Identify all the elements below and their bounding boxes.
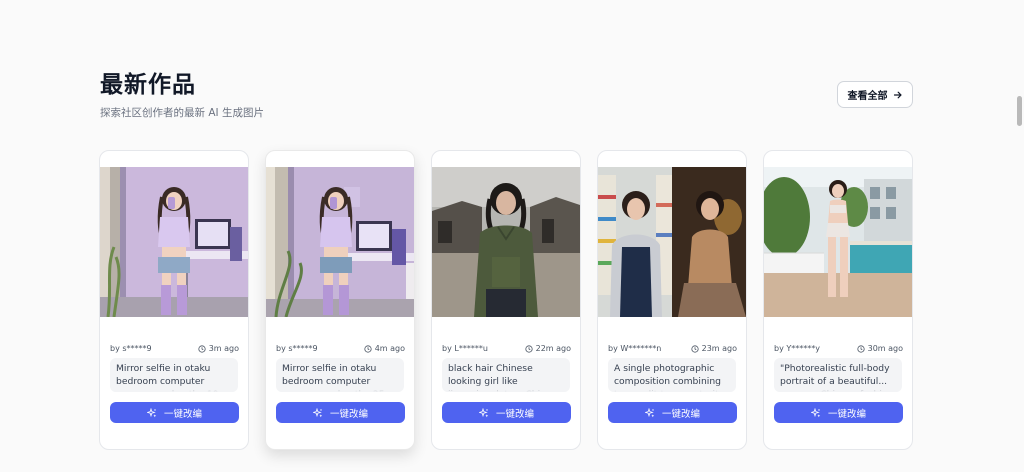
remix-button-label: 一键改编 xyxy=(495,408,534,420)
clock-icon xyxy=(525,344,533,353)
prompt-fade xyxy=(442,384,570,392)
prompt-fade xyxy=(608,384,736,392)
timestamp: 22m ago xyxy=(525,343,571,354)
author-name: by s*****9 xyxy=(276,344,318,353)
view-all-button[interactable]: 查看全部 xyxy=(837,81,913,108)
remix-button[interactable]: 一键改编 xyxy=(276,402,405,423)
artwork-thumbnail[interactable] xyxy=(432,167,580,317)
artwork-thumbnail[interactable] xyxy=(598,167,746,317)
artwork-image xyxy=(100,167,248,317)
time-label: 30m ago xyxy=(867,344,903,353)
artwork-thumbnail[interactable] xyxy=(764,167,912,317)
section-title: 最新作品 xyxy=(100,72,196,98)
card-meta: by W*******n 23m ago xyxy=(608,343,737,354)
section-header: 最新作品 探索社区创作者的最新 AI 生成图片 xyxy=(100,72,264,120)
sparkle-icon xyxy=(312,407,323,417)
artwork-image xyxy=(598,167,746,317)
artwork-thumbnail[interactable] xyxy=(100,167,248,317)
view-all-label: 查看全部 xyxy=(847,91,888,102)
time-label: 3m ago xyxy=(208,344,239,353)
remix-button[interactable]: 一键改编 xyxy=(608,402,737,423)
time-label: 22m ago xyxy=(535,344,571,353)
timestamp: 3m ago xyxy=(198,343,239,354)
artwork-image xyxy=(764,167,912,317)
latest-works-section: 最新作品 探索社区创作者的最新 AI 生成图片 查看全部 by s*****9 … xyxy=(0,0,1024,472)
card-meta: by s*****9 4m ago xyxy=(276,343,405,354)
remix-button[interactable]: 一键改编 xyxy=(442,402,571,423)
clock-icon xyxy=(364,344,372,353)
prompt-preview: "Photorealistic full-body portrait of a … xyxy=(774,358,902,392)
remix-button[interactable]: 一键改编 xyxy=(774,402,903,423)
clock-icon xyxy=(857,344,865,353)
sparkle-icon xyxy=(644,407,655,417)
remix-button-label: 一键改编 xyxy=(827,408,866,420)
sparkle-icon xyxy=(810,407,821,417)
artwork-image xyxy=(266,167,414,317)
prompt-preview: Mirror selfie in otaku bedroom computer … xyxy=(276,358,404,392)
timestamp: 30m ago xyxy=(857,343,903,354)
prompt-preview: black hair Chinese looking girl like jia… xyxy=(442,358,570,392)
sparkle-icon xyxy=(146,407,157,417)
clock-icon xyxy=(198,344,206,353)
timestamp: 4m ago xyxy=(364,343,405,354)
sparkle-icon xyxy=(478,407,489,417)
artwork-thumbnail[interactable] xyxy=(266,167,414,317)
card-meta: by s*****9 3m ago xyxy=(110,343,239,354)
time-label: 4m ago xyxy=(374,344,405,353)
author-name: by W*******n xyxy=(608,344,662,353)
prompt-preview: Mirror selfie in otaku bedroom computer … xyxy=(110,358,238,392)
section-subtitle: 探索社区创作者的最新 AI 生成图片 xyxy=(100,107,264,119)
arrow-right-icon xyxy=(893,91,902,98)
remix-button-label: 一键改编 xyxy=(163,408,202,420)
artwork-card[interactable]: by W*******n 23m ago A single photograph… xyxy=(597,150,747,450)
author-name: by L******u xyxy=(442,344,488,353)
author-name: by Y******y xyxy=(774,344,820,353)
timestamp: 23m ago xyxy=(691,343,737,354)
remix-button[interactable]: 一键改编 xyxy=(110,402,239,423)
artwork-card[interactable]: by s*****9 3m ago Mirror selfie in otaku… xyxy=(99,150,249,450)
prompt-fade xyxy=(276,384,404,392)
prompt-fade xyxy=(110,384,238,392)
remix-button-label: 一键改编 xyxy=(661,408,700,420)
prompt-fade xyxy=(774,384,902,392)
card-meta: by Y******y 30m ago xyxy=(774,343,903,354)
artwork-card[interactable]: by s*****9 4m ago Mirror selfie in otaku… xyxy=(265,150,415,450)
author-name: by s*****9 xyxy=(110,344,152,353)
artwork-card[interactable]: by Y******y 30m ago "Photorealistic full… xyxy=(763,150,913,450)
remix-button-label: 一键改编 xyxy=(329,408,368,420)
artwork-card[interactable]: by L******u 22m ago black hair Chinese l… xyxy=(431,150,581,450)
time-label: 23m ago xyxy=(701,344,737,353)
prompt-preview: A single photographic composition combin… xyxy=(608,358,736,392)
clock-icon xyxy=(691,344,699,353)
card-meta: by L******u 22m ago xyxy=(442,343,571,354)
page-scrollbar[interactable] xyxy=(1017,96,1022,126)
artwork-image xyxy=(432,167,580,317)
